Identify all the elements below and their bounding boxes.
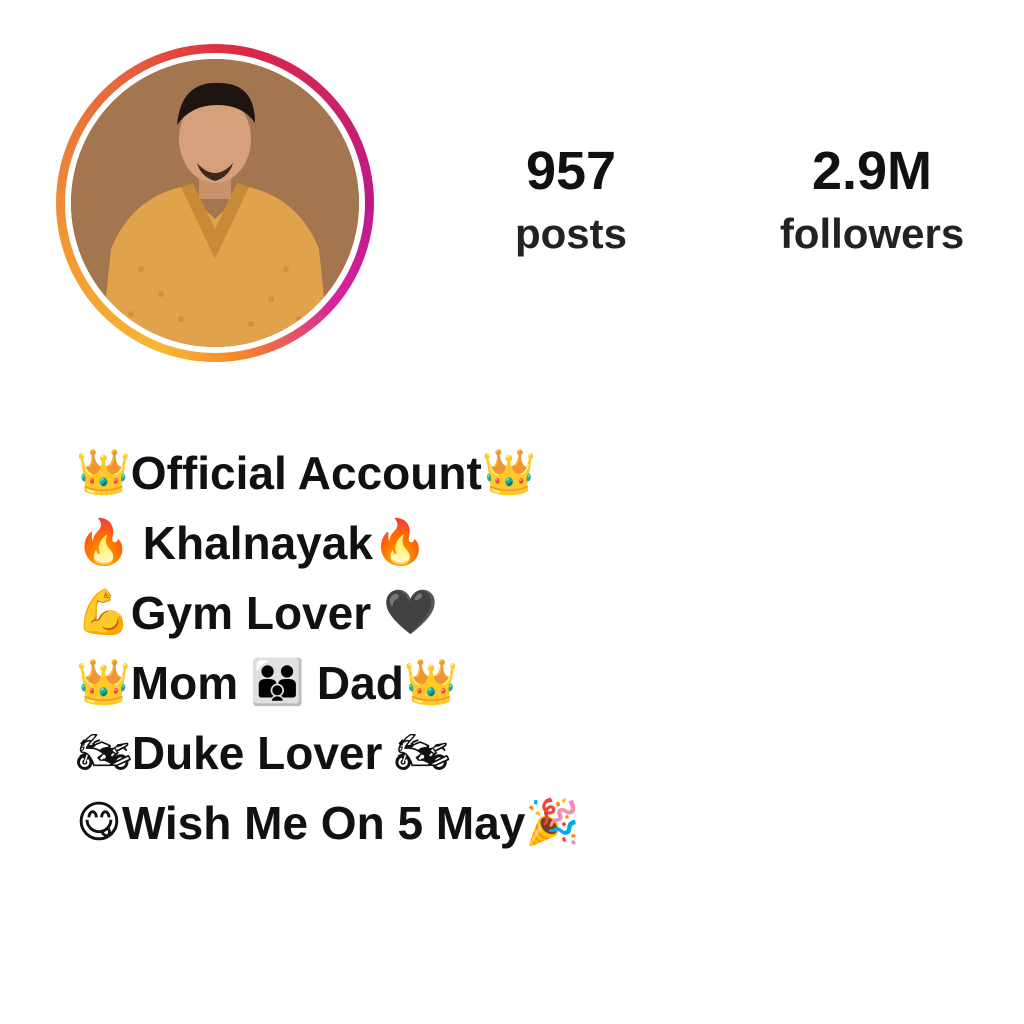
black-heart-icon: 🖤 bbox=[383, 587, 438, 638]
followers-count: 2.9M bbox=[811, 141, 933, 201]
bio-text: Duke Lover bbox=[131, 727, 383, 779]
profile-avatar[interactable] bbox=[56, 44, 374, 362]
bio-text: Khalnayak bbox=[142, 517, 373, 569]
crown-icon: 👑 bbox=[403, 657, 459, 708]
flexed-biceps-icon: 💪 bbox=[76, 587, 131, 638]
crown-icon: 👑 bbox=[76, 447, 131, 498]
profile-bio: 👑 Official Account 👑 🔥 Khalnayak 🔥 💪 Gym… bbox=[76, 438, 976, 858]
avatar-person-image bbox=[71, 59, 359, 347]
crown-icon: 👑 bbox=[76, 657, 131, 708]
yum-face-icon: 😋 bbox=[76, 797, 122, 848]
posts-count: 957 bbox=[525, 141, 617, 201]
posts-stat[interactable]: 957 posts bbox=[486, 138, 656, 260]
motorcycle-icon: 🏍 bbox=[394, 727, 451, 778]
profile-page: 957 posts 2.9M followers 👑 Official Acco… bbox=[0, 0, 1024, 1024]
avatar-border bbox=[65, 53, 365, 353]
party-popper-icon: 🎉 bbox=[525, 797, 581, 848]
motorcycle-icon: 🏍 bbox=[76, 727, 132, 778]
bio-line-official: 👑 Official Account 👑 bbox=[76, 438, 976, 508]
followers-stat[interactable]: 2.9M followers bbox=[752, 138, 992, 260]
fire-icon: 🔥 bbox=[76, 517, 131, 568]
bio-line-birthday: 😋 Wish Me On 5 May 🎉 bbox=[76, 788, 976, 858]
followers-label: followers bbox=[779, 210, 965, 257]
bio-line-duke: 🏍 Duke Lover 🏍 bbox=[76, 718, 976, 788]
family-icon: 👪 bbox=[250, 657, 305, 708]
bio-line-name: 🔥 Khalnayak 🔥 bbox=[76, 508, 976, 578]
posts-label: posts bbox=[514, 210, 627, 257]
bio-text: Gym Lover bbox=[130, 587, 372, 639]
crown-icon: 👑 bbox=[481, 447, 537, 498]
avatar-photo bbox=[71, 59, 359, 347]
bio-text-mom: Mom bbox=[130, 657, 239, 709]
bio-text-dad: Dad bbox=[316, 657, 404, 709]
fire-icon: 🔥 bbox=[372, 517, 428, 568]
bio-text: Wish Me On 5 May bbox=[121, 797, 526, 849]
bio-line-family: 👑 Mom 👪 Dad 👑 bbox=[76, 648, 976, 718]
bio-line-gym: 💪 Gym Lover 🖤 bbox=[76, 578, 976, 648]
bio-text: Official Account bbox=[130, 447, 482, 499]
